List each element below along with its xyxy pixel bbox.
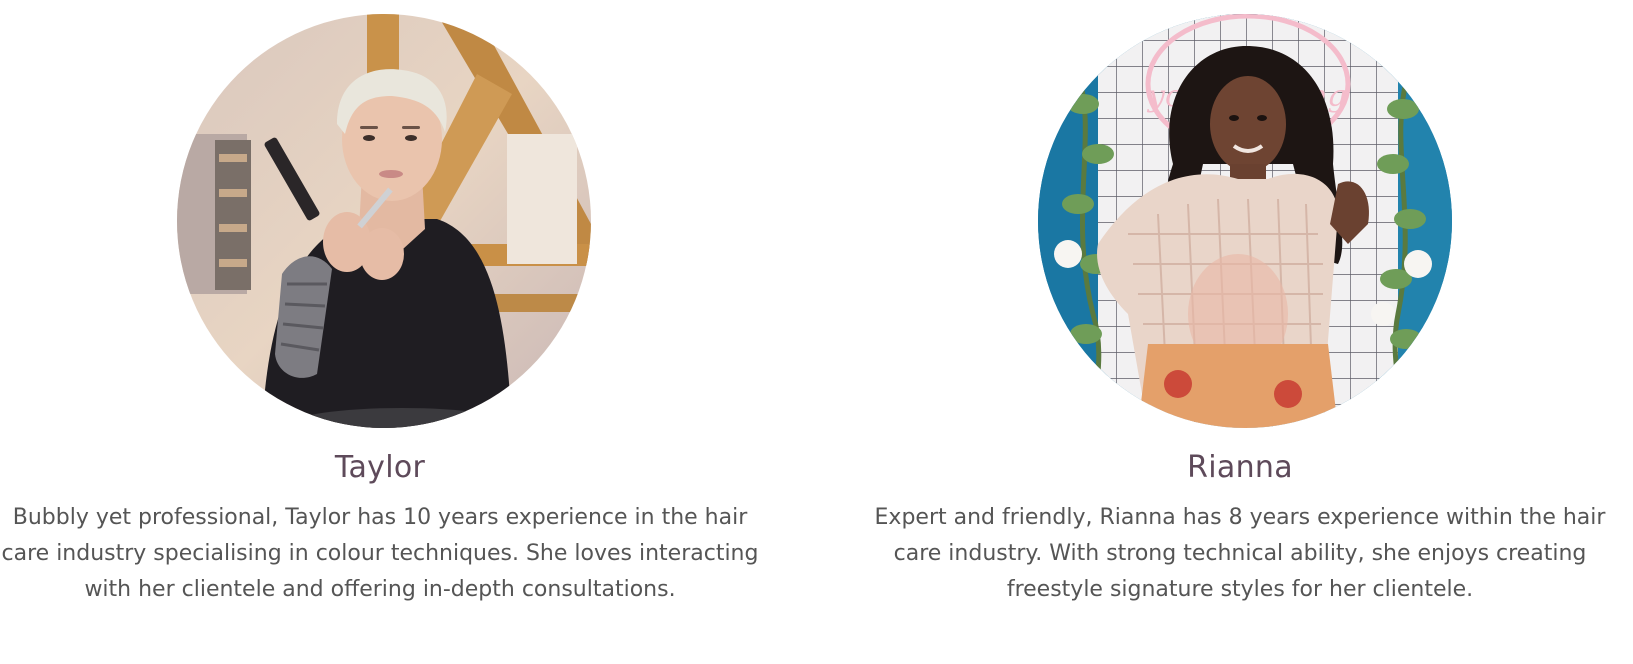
team-section: Taylor Bubbly yet professional, Taylor h… bbox=[0, 0, 1633, 664]
member-bio: Bubbly yet professional, Taylor has 10 y… bbox=[1, 505, 759, 602]
member-bio: Expert and friendly, Rianna has 8 years … bbox=[874, 505, 1606, 602]
taylor-portrait-photo bbox=[177, 14, 591, 428]
rianna-portrait-illustration: you ng bbox=[1038, 14, 1452, 428]
taylor-portrait-illustration bbox=[177, 14, 591, 428]
member-name: Rianna bbox=[1187, 450, 1293, 485]
member-name: Taylor bbox=[334, 450, 426, 485]
rianna-portrait-photo: you ng bbox=[1038, 14, 1452, 428]
